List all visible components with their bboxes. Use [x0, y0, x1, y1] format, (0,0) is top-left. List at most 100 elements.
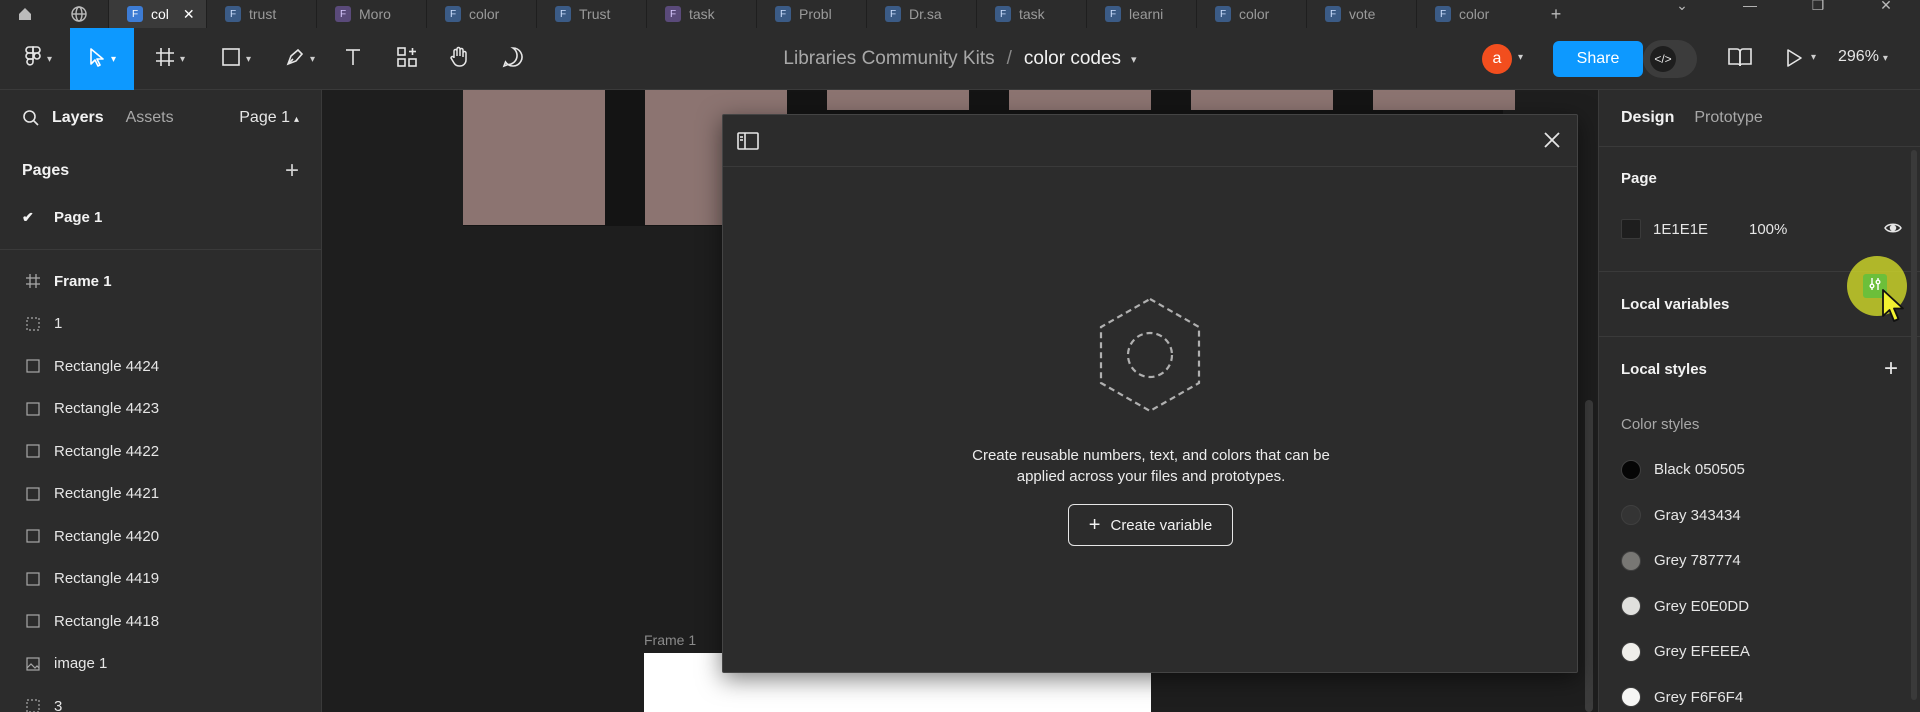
layer-row[interactable]: Frame 1: [0, 260, 321, 303]
add-page-icon[interactable]: +: [285, 157, 299, 185]
file-name[interactable]: color codes: [1024, 48, 1121, 70]
zoom-menu[interactable]: 296% ▾: [1838, 48, 1888, 66]
layer-row[interactable]: 3: [0, 685, 321, 712]
move-tool-button[interactable]: ▾: [70, 28, 134, 90]
pen-tool-button[interactable]: ▾: [278, 28, 322, 90]
text-tool-button[interactable]: [338, 28, 368, 90]
page-item[interactable]: ✔ Page 1: [0, 196, 321, 238]
tab-assets[interactable]: Assets: [126, 109, 174, 127]
browser-tab[interactable]: F Probl: [756, 0, 866, 28]
layer-row[interactable]: Rectangle 4424: [0, 345, 321, 388]
rectangle-swatch[interactable]: [463, 90, 605, 225]
page-opacity-value[interactable]: 100%: [1749, 221, 1787, 238]
close-tab-icon[interactable]: ✕: [183, 6, 195, 23]
search-icon[interactable]: [22, 109, 40, 127]
comment-tool-button[interactable]: [498, 28, 528, 90]
page-background-row[interactable]: 1E1E1E 100%: [1599, 209, 1920, 249]
layer-row[interactable]: Rectangle 4422: [0, 430, 321, 473]
layer-row[interactable]: Rectangle 4418: [0, 600, 321, 643]
chevron-down-icon[interactable]: ⌄: [1648, 0, 1716, 28]
tab-label: trust: [249, 6, 277, 22]
maximize-icon[interactable]: ❐: [1784, 0, 1852, 28]
right-panel: Design Prototype Page 1E1E1E 100% Local …: [1598, 90, 1920, 712]
chevron-down-icon[interactable]: ▾: [1518, 52, 1523, 63]
right-panel-scrollbar[interactable]: [1911, 150, 1917, 700]
project-breadcrumb[interactable]: Libraries Community Kits: [783, 48, 994, 70]
page-selector[interactable]: Page 1 ▴: [239, 109, 299, 127]
present-button[interactable]: ▾: [1785, 48, 1816, 73]
rectangle-swatch[interactable]: [827, 90, 969, 110]
browser-tab[interactable]: Ftask: [646, 0, 756, 28]
browser-tab[interactable]: Flearni: [1086, 0, 1196, 28]
color-style-swatch: [1621, 641, 1641, 662]
browser-tab[interactable]: Fcolor: [426, 0, 536, 28]
share-button[interactable]: Share: [1553, 41, 1643, 77]
layer-row[interactable]: Rectangle 4420: [0, 515, 321, 558]
browser-tab[interactable]: F Trust: [536, 0, 646, 28]
layer-label: Rectangle 4423: [54, 400, 160, 418]
tab-layers[interactable]: Layers: [52, 109, 104, 127]
chevron-up-icon: ▴: [293, 114, 299, 125]
local-styles-title: Local styles: [1621, 360, 1707, 378]
tab-prototype[interactable]: Prototype: [1694, 109, 1762, 127]
rectangle-swatch[interactable]: [1373, 90, 1515, 110]
zoom-level: 296%: [1838, 48, 1879, 65]
layer-row[interactable]: Rectangle 4423: [0, 388, 321, 431]
layer-row[interactable]: Rectangle 4419: [0, 558, 321, 601]
sidebar-toggle-icon[interactable]: [737, 131, 759, 156]
browser-tab[interactable]: Ftask: [976, 0, 1086, 28]
color-style-row[interactable]: Grey E0E0DD: [1599, 584, 1920, 630]
layer-row[interactable]: 1: [0, 303, 321, 346]
layer-row[interactable]: image 1: [0, 643, 321, 686]
tab-design[interactable]: Design: [1621, 109, 1674, 127]
page-color-swatch[interactable]: [1621, 219, 1641, 239]
add-style-icon[interactable]: +: [1884, 355, 1898, 383]
color-style-label: Black 050505: [1654, 461, 1745, 479]
close-window-icon[interactable]: ✕: [1852, 0, 1920, 28]
canvas-scrollbar[interactable]: [1585, 400, 1593, 712]
minimize-icon[interactable]: —: [1716, 0, 1784, 28]
main-menu-button[interactable]: ▾: [16, 28, 60, 90]
frame-label[interactable]: Frame 1: [644, 632, 696, 648]
browser-tab[interactable]: F Dr.sa: [866, 0, 976, 28]
browser-tab[interactable]: Fcolor: [1416, 0, 1526, 28]
create-variable-button[interactable]: + Create variable: [1068, 504, 1233, 546]
resources-button[interactable]: [392, 28, 422, 90]
library-button[interactable]: [1727, 46, 1753, 73]
globe-icon[interactable]: [50, 0, 108, 28]
color-style-row[interactable]: Grey EFEEEA: [1599, 629, 1920, 675]
chevron-down-icon[interactable]: ▾: [1131, 53, 1137, 66]
browser-tab-active[interactable]: F col ✕: [108, 0, 206, 28]
toolbar: Libraries Community Kits / color codes ▾…: [0, 28, 1920, 90]
avatar[interactable]: a: [1482, 44, 1512, 74]
eye-icon[interactable]: [1884, 221, 1902, 239]
color-style-row[interactable]: Black 050505: [1599, 447, 1920, 493]
chevron-down-icon: ▾: [245, 53, 252, 65]
page-item-label: Page 1: [54, 208, 103, 226]
home-icon[interactable]: [0, 0, 50, 28]
browser-tab[interactable]: Ftrust: [206, 0, 316, 28]
layer-row[interactable]: Rectangle 4421: [0, 473, 321, 516]
color-style-row[interactable]: Grey 787774: [1599, 538, 1920, 584]
local-styles-row: Local styles +: [1599, 337, 1920, 401]
code-icon: </>: [1650, 46, 1676, 72]
color-style-row[interactable]: Gray 343434: [1599, 493, 1920, 539]
empty-state-message: Create reusable numbers, text, and color…: [901, 445, 1401, 487]
hand-tool-button[interactable]: [444, 28, 474, 90]
color-style-row[interactable]: Grey F6F6F4: [1599, 675, 1920, 712]
chevron-down-icon: ▾: [46, 53, 53, 65]
browser-tab[interactable]: F Moro: [316, 0, 426, 28]
dev-mode-toggle[interactable]: </>: [1643, 40, 1697, 78]
close-icon[interactable]: [1541, 129, 1563, 156]
browser-tab[interactable]: Fcolor: [1196, 0, 1306, 28]
browser-tab[interactable]: Fvote: [1306, 0, 1416, 28]
new-tab-button[interactable]: +: [1526, 4, 1586, 25]
frame-tool-button[interactable]: ▾: [148, 28, 192, 90]
rectangle-icon: [24, 612, 42, 630]
rectangle-swatch[interactable]: [1191, 90, 1333, 110]
shape-tool-button[interactable]: ▾: [214, 28, 258, 90]
variables-empty-state: Create reusable numbers, text, and color…: [723, 167, 1579, 674]
comment-tool-icon: [502, 46, 524, 73]
rectangle-swatch[interactable]: [1009, 90, 1151, 110]
page-color-value[interactable]: 1E1E1E: [1653, 221, 1708, 238]
